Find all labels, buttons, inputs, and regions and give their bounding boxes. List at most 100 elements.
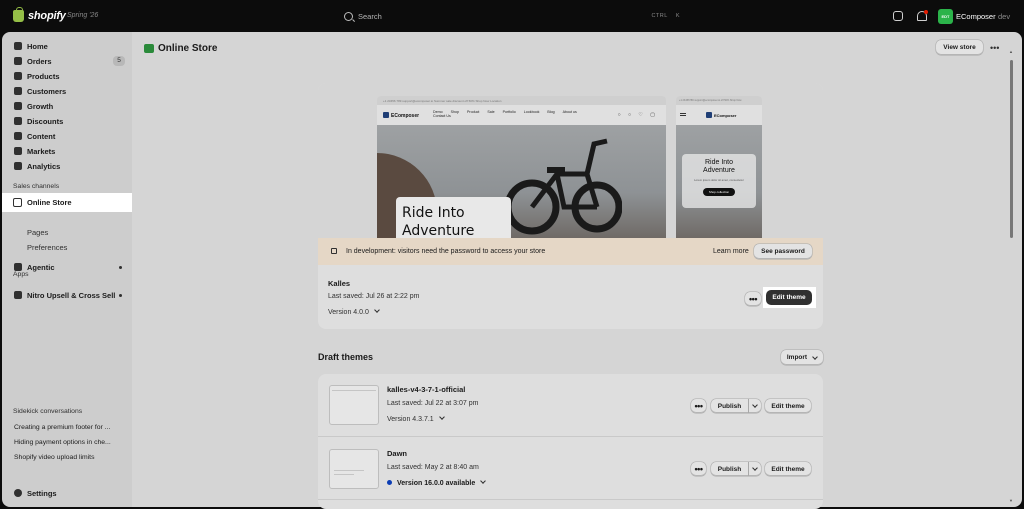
preview-menu-item: Blog	[547, 110, 555, 114]
growth-icon	[14, 102, 22, 110]
import-button[interactable]: Import	[781, 350, 823, 365]
sidebar-item-orders[interactable]: Orders 5	[2, 54, 132, 68]
view-store-button[interactable]: View store	[936, 40, 983, 55]
draft-more-button[interactable]: •••	[691, 399, 706, 413]
draft-theme-saved: Last saved: Jul 22 at 3:07 pm	[387, 400, 479, 407]
chevron-down-icon	[480, 478, 487, 484]
preview-menu-item: Sale	[487, 110, 495, 114]
preview-header: EComposer	[676, 105, 762, 125]
preview-menu-item: Shop	[450, 110, 459, 114]
preview-hero-box: Ride Into Adventure Lorem ipsum dolor si…	[682, 154, 756, 208]
edit-theme-button[interactable]: Edit theme	[766, 290, 812, 305]
draft-theme-version[interactable]: Version 16.0.0 available	[387, 478, 487, 487]
draft-theme-name: kalles-v4-3-7-1-official	[387, 385, 466, 394]
sidebar-item-label: Content	[27, 131, 56, 141]
menu-icon	[680, 113, 686, 116]
sidebar-item-growth[interactable]: Growth	[2, 99, 132, 113]
see-password-button[interactable]: See password	[754, 244, 812, 259]
edit-theme-button[interactable]: Edit theme	[765, 462, 811, 476]
more-actions-button[interactable]: •••	[990, 43, 999, 53]
top-bar: shopify Spring '26 Search CTRL K EDT ECom…	[0, 0, 1024, 32]
shopify-logo[interactable]: shopify	[13, 7, 66, 22]
preview-menu-item: Product	[467, 110, 480, 114]
sidekick-icon[interactable]	[893, 11, 903, 21]
sidebar-item-preferences[interactable]: Preferences	[2, 240, 132, 254]
scroll-thumb[interactable]	[1010, 60, 1013, 238]
conversation-item[interactable]: Creating a premium footer for ...	[14, 424, 110, 431]
store-user[interactable]: dev	[998, 12, 1010, 21]
theme-preview[interactable]: +1 23456 789 support@ecomposer.io Summer…	[318, 83, 823, 238]
publish-button[interactable]: Publish	[711, 462, 748, 476]
preview-hero: Ride Into Adventure	[377, 125, 666, 238]
preview-header: EComposer Demo Shop Product Sale Portfolio Lo…	[377, 105, 666, 125]
sidebar-item-pages[interactable]: Pages	[2, 225, 132, 239]
preview-menu-item: Portfolio	[502, 110, 516, 114]
sidebar-item-customers[interactable]: Customers	[2, 84, 132, 98]
store-name[interactable]: EComposer	[956, 12, 996, 21]
scroll-up-icon[interactable]: ▲	[1009, 49, 1013, 54]
version-label: Version 4.0.0	[328, 309, 369, 316]
sidebar-item-discounts[interactable]: Discounts	[2, 114, 132, 128]
chevron-down-icon	[812, 353, 818, 360]
sidebar: Home Orders 5 Products Customers Growth …	[2, 32, 132, 507]
orders-icon	[14, 57, 22, 65]
search-bar[interactable]: Search CTRL K	[336, 9, 688, 24]
theme-name: Kalles	[328, 279, 351, 288]
chevron-down-icon	[752, 402, 758, 408]
online-store-icon	[144, 44, 154, 53]
publish-menu-button[interactable]	[749, 399, 761, 413]
draft-theme-version[interactable]: Version 4.3.7.1	[387, 414, 445, 423]
page-title: Online Store	[158, 43, 218, 54]
sidebar-item-label: Products	[27, 71, 60, 81]
scroll-down-icon[interactable]: ▼	[1009, 498, 1013, 503]
sidebar-item-label: Settings	[27, 488, 57, 498]
sidebar-item-content[interactable]: Content	[2, 129, 132, 143]
learn-more-link[interactable]: Learn more	[713, 248, 749, 255]
preview-announcement: +1 23456 789 support@ecomposer.io Summer…	[377, 96, 666, 105]
shopify-bag-icon	[13, 7, 24, 22]
person-icon	[14, 87, 22, 95]
sidebar-item-online-store[interactable]: Online Store	[2, 193, 132, 212]
sidebar-item-nitro[interactable]: Nitro Upsell & Cross Sell	[2, 288, 132, 302]
store-avatar[interactable]: EDT	[938, 9, 953, 24]
sidebar-item-analytics[interactable]: Analytics	[2, 159, 132, 173]
app-icon	[14, 291, 22, 299]
edit-theme-button[interactable]: Edit theme	[765, 399, 811, 413]
preview-hero-box: Ride Into Adventure	[396, 197, 511, 238]
theme-more-button[interactable]: •••	[745, 292, 761, 306]
preview-menu-item: Contact Us	[433, 114, 451, 118]
preview-logo: EComposer	[383, 112, 419, 119]
update-dot	[387, 480, 392, 485]
sidebar-item-label: Customers	[27, 86, 67, 96]
preview-hero-button: Shop collection	[702, 188, 736, 196]
sidebar-item-products[interactable]: Products	[2, 69, 132, 83]
draft-theme-name: Dawn	[387, 449, 408, 458]
draft-more-button[interactable]: •••	[691, 462, 706, 476]
sidebar-item-label: Nitro Upsell & Cross Sell	[27, 290, 116, 300]
theme-version[interactable]: Version 4.0.0	[328, 307, 380, 316]
conversation-item[interactable]: Hiding payment options in che...	[14, 439, 111, 446]
status-dot	[119, 266, 122, 269]
sidebar-item-home[interactable]: Home	[2, 39, 132, 53]
table-row: kalles-v4-3-7-1-official Last saved: Jul…	[318, 374, 823, 437]
sidebar-item-label: Agentic	[27, 262, 55, 272]
scrollbar[interactable]: ▲ ▼	[1009, 32, 1022, 507]
lock-icon	[331, 248, 337, 254]
sales-channels-heading[interactable]: Sales channels	[13, 183, 59, 190]
sidekick-heading[interactable]: Sidekick conversations	[13, 408, 82, 415]
theme-thumbnail	[329, 385, 379, 425]
publish-button[interactable]: Publish	[711, 399, 748, 413]
edit-theme-highlight: Edit theme	[763, 287, 816, 308]
sidebar-item-markets[interactable]: Markets	[2, 144, 132, 158]
main-content: Online Store View store ••• +1 23456 789…	[132, 32, 1009, 509]
publish-menu-button[interactable]	[749, 462, 761, 476]
thumbnail-line	[334, 470, 364, 471]
conversation-item[interactable]: Shopify video upload limits	[14, 454, 94, 461]
apps-heading[interactable]: Apps	[13, 271, 29, 278]
sidebar-item-label: Orders	[27, 56, 52, 66]
notification-dot	[924, 10, 928, 14]
version-label: Version 16.0.0 available	[397, 480, 476, 487]
chevron-down-icon	[374, 307, 380, 313]
sidebar-item-settings[interactable]: Settings	[2, 486, 132, 500]
mobile-preview: +1 23456789 support@ecomposer.io off 50%…	[676, 96, 762, 238]
